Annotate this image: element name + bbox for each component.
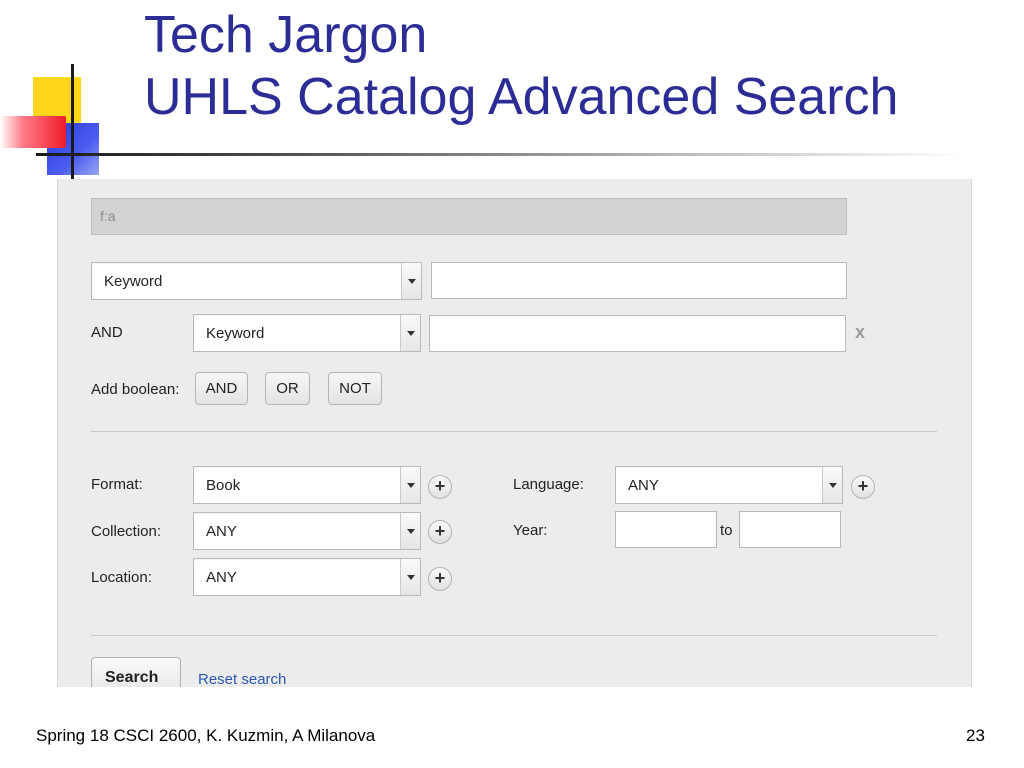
add-not-button[interactable]: NOT: [328, 372, 382, 405]
chevron-down-icon: [400, 559, 420, 595]
add-format-plus-icon[interactable]: +: [428, 475, 452, 499]
search-button[interactable]: Search: [91, 657, 181, 687]
format-select-value: Book: [206, 477, 241, 494]
add-collection-plus-icon[interactable]: +: [428, 520, 452, 544]
add-language-plus-icon[interactable]: +: [851, 475, 875, 499]
language-select[interactable]: ANY: [615, 466, 843, 504]
add-boolean-label: Add boolean:: [91, 381, 180, 398]
chevron-down-icon: [400, 315, 420, 351]
year-to-input[interactable]: [739, 511, 841, 548]
chevron-down-icon: [401, 263, 421, 299]
query-preview-field[interactable]: f:a: [91, 198, 847, 235]
decorative-red-bar: [0, 116, 66, 148]
section-divider: [91, 635, 937, 636]
location-label: Location:: [91, 569, 152, 586]
slide-number: 23: [966, 726, 985, 745]
format-select[interactable]: Book: [193, 466, 421, 504]
search-term-input-2[interactable]: [429, 315, 846, 352]
slide-title: Tech Jargon UHLS Catalog Advanced Search: [144, 4, 898, 128]
language-select-value: ANY: [628, 477, 659, 494]
remove-row-icon[interactable]: x: [855, 322, 865, 343]
title-underline: [36, 153, 966, 156]
year-label: Year:: [513, 522, 548, 539]
language-label: Language:: [513, 476, 584, 493]
slide-footer: Spring 18 CSCI 2600, K. Kuzmin, A Milano…: [36, 726, 376, 745]
section-divider: [91, 431, 937, 432]
search-term-input-1[interactable]: [431, 262, 847, 299]
chevron-down-icon: [400, 467, 420, 503]
search-field-select-2[interactable]: Keyword: [193, 314, 421, 352]
collection-select-value: ANY: [206, 523, 237, 540]
advanced-search-panel: f:a Keyword AND Keyword x Add boolean: A…: [57, 179, 972, 687]
add-or-button[interactable]: OR: [265, 372, 310, 405]
location-select[interactable]: ANY: [193, 558, 421, 596]
slide-title-line1: Tech Jargon: [144, 6, 428, 64]
location-select-value: ANY: [206, 569, 237, 586]
format-label: Format:: [91, 476, 143, 493]
add-location-plus-icon[interactable]: +: [428, 567, 452, 591]
reset-search-link[interactable]: Reset search: [198, 671, 286, 687]
collection-label: Collection:: [91, 523, 162, 540]
decorative-vertical-line: [71, 64, 74, 180]
year-to-label: to: [720, 522, 733, 539]
chevron-down-icon: [822, 467, 842, 503]
boolean-operator-label: AND: [91, 324, 123, 341]
year-from-input[interactable]: [615, 511, 717, 548]
search-field-select-1[interactable]: Keyword: [91, 262, 422, 300]
collection-select[interactable]: ANY: [193, 512, 421, 550]
search-field-select-1-value: Keyword: [104, 273, 163, 290]
chevron-down-icon: [400, 513, 420, 549]
add-and-button[interactable]: AND: [195, 372, 248, 405]
slide-title-line2: UHLS Catalog Advanced Search: [144, 68, 899, 126]
search-field-select-2-value: Keyword: [206, 325, 265, 342]
